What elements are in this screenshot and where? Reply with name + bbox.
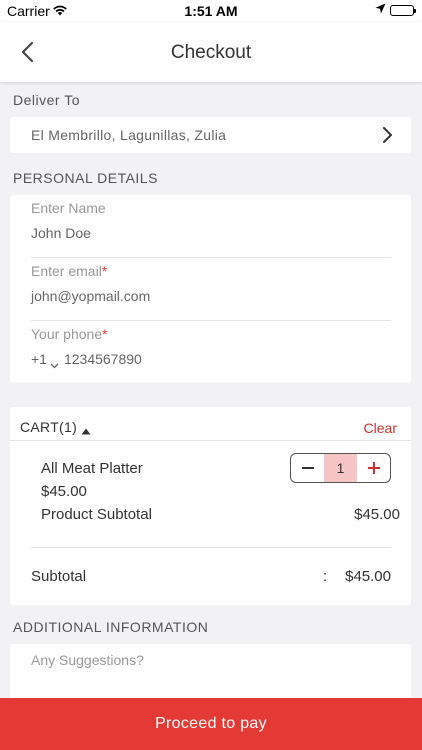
page-title: Checkout xyxy=(170,42,252,63)
quantity-stepper: 1 xyxy=(290,453,391,483)
additional-information-label: ADDITIONAL INFORMATION xyxy=(13,619,209,635)
name-field[interactable]: Enter Name John Doe xyxy=(31,200,391,258)
email-label: Enter email* xyxy=(31,263,391,279)
item-price: $45.00 xyxy=(41,483,87,500)
plus-icon xyxy=(367,462,380,474)
product-subtotal-value: $45.00 xyxy=(354,506,400,523)
delivery-address: El Membrillo, Lagunillas, Zulia xyxy=(31,127,227,143)
required-mark: * xyxy=(102,326,108,342)
battery-icon xyxy=(390,5,416,16)
caret-up-icon[interactable] xyxy=(81,422,91,435)
subtotal-value: $45.00 xyxy=(345,568,391,585)
country-code-select[interactable]: +1 xyxy=(31,351,47,367)
phone-field[interactable]: Your phone* +1 1234567890 xyxy=(31,326,391,369)
personal-details-label: PERSONAL DETAILS xyxy=(13,170,158,186)
cart-title: CART(1) xyxy=(20,419,78,435)
required-mark: * xyxy=(101,263,108,279)
decrease-quantity-button[interactable] xyxy=(291,454,324,482)
product-subtotal-label: Product Subtotal xyxy=(41,506,152,523)
cart-header[interactable]: CART(1) Clear xyxy=(10,407,411,441)
clear-cart-button[interactable]: Clear xyxy=(364,420,397,436)
phone-input[interactable]: 1234567890 xyxy=(64,351,142,367)
quantity-value: 1 xyxy=(324,454,357,482)
delivery-address-row[interactable]: El Membrillo, Lagunillas, Zulia xyxy=(10,117,411,153)
suggestions-field[interactable]: Any Suggestions? xyxy=(10,644,411,704)
divider xyxy=(31,257,391,258)
personal-details-card: Enter Name John Doe Enter email* john@yo… xyxy=(10,195,411,383)
cart-card: CART(1) Clear All Meat Platter $45.00 1 … xyxy=(10,407,411,605)
deliver-to-label: Deliver To xyxy=(13,92,80,108)
nav-bar: Checkout xyxy=(0,22,422,82)
subtotal-label: Subtotal xyxy=(31,568,87,585)
chevron-down-icon[interactable] xyxy=(50,356,59,369)
subtotal-colon: : xyxy=(323,568,328,585)
chevron-right-icon xyxy=(381,126,393,144)
name-label: Enter Name xyxy=(31,200,106,216)
item-name: All Meat Platter xyxy=(41,460,143,477)
email-field[interactable]: Enter email* john@yopmail.com xyxy=(31,263,391,321)
email-label-text: Enter email xyxy=(31,263,102,279)
clock: 1:51 AM xyxy=(184,3,238,19)
email-input[interactable]: john@yopmail.com xyxy=(31,288,391,304)
divider xyxy=(31,547,391,548)
phone-label-text: Your phone xyxy=(31,326,103,342)
phone-label: Your phone* xyxy=(31,326,391,342)
divider xyxy=(31,320,391,321)
increase-quantity-button[interactable] xyxy=(357,454,390,482)
suggestions-input[interactable]: Any Suggestions? xyxy=(31,652,144,668)
name-input[interactable]: John Doe xyxy=(31,225,391,241)
phone-row: +1 1234567890 xyxy=(31,351,391,369)
status-bar: Carrier 1:51 AM xyxy=(0,0,422,22)
location-arrow-icon xyxy=(375,3,386,17)
minus-icon xyxy=(301,467,314,469)
proceed-to-pay-button[interactable]: Proceed to pay xyxy=(0,698,422,750)
